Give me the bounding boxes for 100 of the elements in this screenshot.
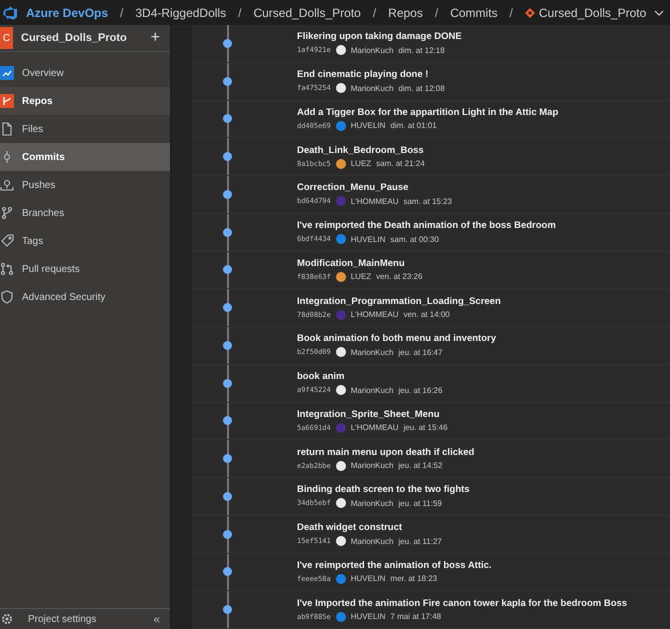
commit-time: dim. at 01:01 xyxy=(390,121,437,130)
add-button[interactable]: + xyxy=(150,29,160,47)
commit-message[interactable]: Integration_Sprite_Sheet_Menu xyxy=(297,408,448,420)
nav-item[interactable]: Pushes xyxy=(0,171,170,199)
commit-message[interactable]: I've Imported the animation Fire canon tower kapla for the bedroom Boss xyxy=(297,598,628,609)
author-name: LUEZ xyxy=(350,159,372,168)
breadcrumb-separator: / xyxy=(510,6,513,20)
repos-icon xyxy=(0,94,14,108)
commit-time: sam. at 15:23 xyxy=(403,196,452,206)
commit-node-icon xyxy=(223,303,232,312)
nav-item[interactable]: Branches xyxy=(0,199,170,227)
security-icon xyxy=(0,290,14,304)
nav-item[interactable]: Repos xyxy=(0,87,170,115)
project-avatar: C xyxy=(0,27,13,49)
commit-time: jeu. at 15:46 xyxy=(403,423,448,432)
commit-time: jeu. at 16:26 xyxy=(398,386,442,395)
breadcrumb-link[interactable]: Cursed_Dolls_Proto xyxy=(253,6,361,20)
commit-message[interactable]: Correction_Menu_Pause xyxy=(297,182,452,194)
breadcrumb-separator: / xyxy=(238,6,242,20)
commit-time: ven. at 14:00 xyxy=(403,310,450,320)
commit-time: mer. at 18:23 xyxy=(390,574,438,584)
commit-message[interactable]: Death_Link_Bedroom_Boss xyxy=(297,144,425,156)
commit-message[interactable]: Add a Tigger Box for the appartition Light in the Attic Map xyxy=(297,106,558,118)
brand-link[interactable]: Azure DevOps xyxy=(26,6,108,20)
pulls-icon xyxy=(0,262,14,276)
files-icon xyxy=(0,122,14,136)
collapse-button[interactable]: « xyxy=(153,612,160,626)
breadcrumb-separator: / xyxy=(372,6,376,20)
commit-node-icon xyxy=(223,38,232,48)
commit-node-icon xyxy=(223,530,232,539)
commit-node-icon xyxy=(223,76,232,86)
commit-time: jeu. at 14:52 xyxy=(398,461,442,470)
nav-item[interactable]: Tags xyxy=(0,227,170,255)
commit-message[interactable]: End cinematic playing done ! xyxy=(297,69,445,80)
tags-icon xyxy=(0,234,14,248)
commit-time: sam. at 00:30 xyxy=(390,234,439,244)
commit-node-icon xyxy=(223,454,232,464)
pushes-icon xyxy=(0,178,14,192)
commit-node-icon xyxy=(223,228,232,237)
commit-node-icon xyxy=(223,492,232,501)
author-name: MarionKuch xyxy=(350,498,394,508)
commit-message[interactable]: I've reimported the Death animation of the boss Bedroom xyxy=(297,220,556,232)
commit-node-icon xyxy=(223,152,232,162)
commit-node-icon xyxy=(223,340,232,350)
commit-node-icon xyxy=(223,190,232,199)
author-name: L'HOMMEAU xyxy=(350,423,398,432)
commit-message[interactable]: Death widget construct xyxy=(297,522,442,534)
author-name: L'HOMMEAU xyxy=(350,310,398,320)
breadcrumb-separator: / xyxy=(120,6,124,20)
author-name: HUVELIN xyxy=(350,234,386,244)
breadcrumb-link[interactable]: Repos xyxy=(388,6,423,20)
overview-icon xyxy=(0,66,14,80)
repo-diamond-icon xyxy=(524,8,535,18)
azure-devops-logo-icon xyxy=(2,4,18,20)
author-name: MarionKuch xyxy=(350,348,394,357)
commit-time: 7 mai at 17:48 xyxy=(390,612,442,622)
nav-item[interactable]: Advanced Security xyxy=(0,283,170,311)
commit-message[interactable]: Integration_Programmation_Loading_Screen xyxy=(297,296,501,307)
nav-item[interactable]: Files xyxy=(0,115,170,143)
commit-message[interactable]: Flikering upon taking damage DONE xyxy=(297,31,462,42)
author-name: HUVELIN xyxy=(350,121,386,130)
breadcrumb-separator: / xyxy=(434,6,438,20)
settings-icon xyxy=(0,612,14,626)
author-name: HUVELIN xyxy=(350,612,386,622)
commit-node-icon xyxy=(223,378,232,388)
nav-item[interactable]: Commits xyxy=(0,143,170,171)
chevron-down-icon xyxy=(654,10,664,16)
breadcrumb-link[interactable]: 3D4-RiggedDolls xyxy=(135,6,226,20)
nav-item[interactable]: Pull requests xyxy=(0,255,170,283)
commit-time: dim. at 12:18 xyxy=(398,46,445,55)
author-name: L'HOMMEAU xyxy=(350,196,398,206)
author-name: MarionKuch xyxy=(350,84,394,93)
author-name: MarionKuch xyxy=(350,536,394,546)
project-settings-link[interactable]: Project settings xyxy=(28,614,154,624)
commit-time: jeu. at 11:27 xyxy=(398,536,442,546)
author-name: HUVELIN xyxy=(350,574,386,584)
breadcrumb-link[interactable]: Commits xyxy=(450,6,498,20)
project-name[interactable]: Cursed_Dolls_Proto xyxy=(21,32,151,44)
author-name: MarionKuch xyxy=(350,46,394,55)
author-name: MarionKuch xyxy=(350,386,394,395)
author-name: MarionKuch xyxy=(350,461,394,470)
branch-breadcrumb[interactable]: Cursed_Dolls_Proto xyxy=(524,6,664,20)
commit-message[interactable]: Book animation fo both menu and inventory xyxy=(297,333,496,344)
commit-time: sam. at 21:24 xyxy=(376,159,425,168)
commit-message[interactable]: I've reimported the animation of boss Attic. xyxy=(297,560,492,571)
commit-message[interactable]: book anim xyxy=(297,371,442,382)
commit-message[interactable]: return main menu upon death if clicked xyxy=(297,446,474,458)
commit-time: jeu. at 11:59 xyxy=(398,498,442,508)
commit-node-icon xyxy=(223,416,232,426)
commit-time: jeu. at 16:47 xyxy=(398,348,442,357)
commit-message[interactable]: Modification_MainMenu xyxy=(297,258,422,269)
commit-node-icon xyxy=(223,605,232,614)
commit-time: dim. at 12:08 xyxy=(398,84,445,93)
commit-node-icon xyxy=(223,114,232,124)
branches-icon xyxy=(0,206,14,220)
commit-node-icon xyxy=(223,567,232,576)
commit-time: ven. at 23:26 xyxy=(376,272,422,282)
commit-node-icon xyxy=(223,265,232,274)
nav-item[interactable]: Overview xyxy=(0,59,170,87)
commit-message[interactable]: Binding death screen to the two fights xyxy=(297,484,470,496)
